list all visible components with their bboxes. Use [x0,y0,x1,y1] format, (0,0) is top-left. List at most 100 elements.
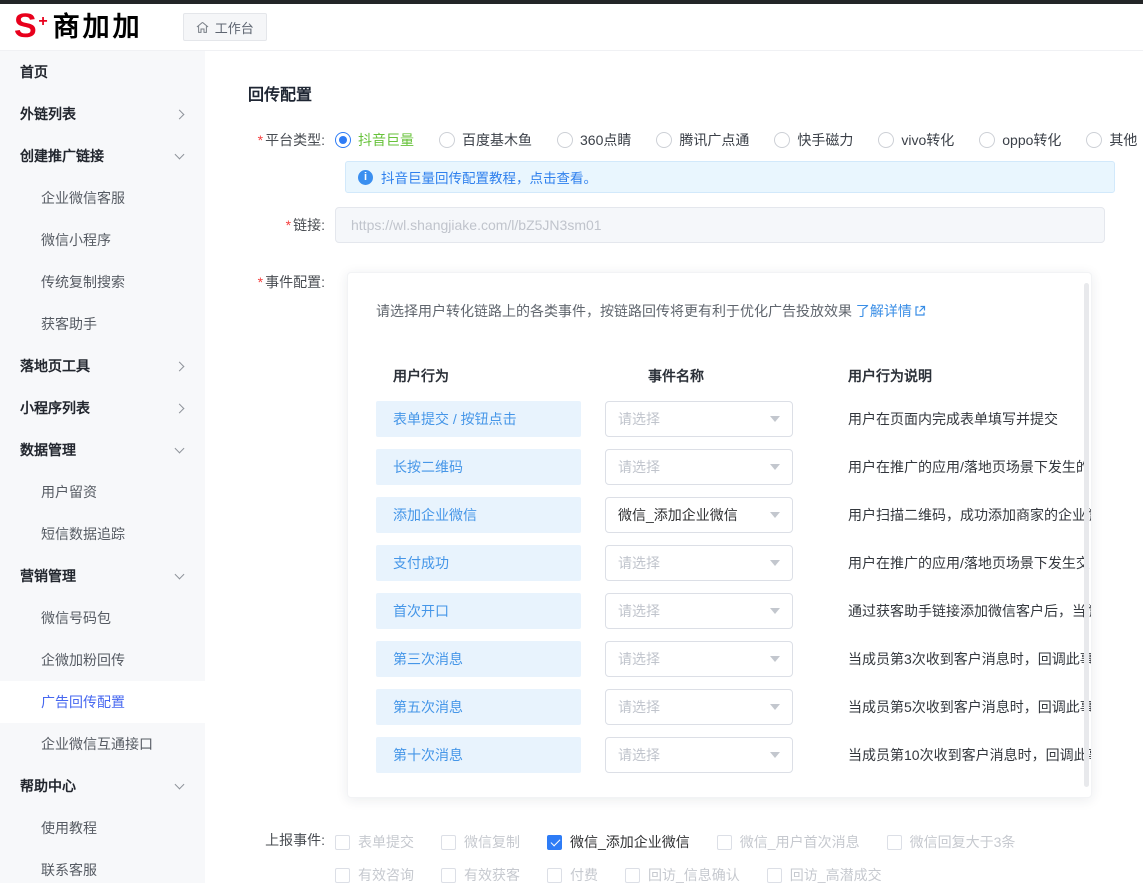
report-events-label: 上报事件: [248,832,335,884]
sidebar-item-customer-helper[interactable]: 获客助手 [0,303,205,345]
platform-type-row: *平台类型: 抖音巨量 百度基木鱼 360点睛 腾讯广点通 快手磁力 vivo转… [248,130,1143,150]
sidebar-item-wechat-miniprogram[interactable]: 微信小程序 [0,219,205,261]
behavior-third-message[interactable]: 第三次消息 [376,641,581,677]
sidebar-item-wecom-service[interactable]: 企业微信客服 [0,177,205,219]
behavior-desc: 用户在页面内完成表单填写并提交 [848,409,1091,429]
platform-radio-tencent[interactable]: 腾讯广点通 [656,130,749,150]
chevron-down-icon [175,150,185,160]
platform-radio-vivo[interactable]: vivo转化 [878,130,954,150]
sidebar-item-ad-callback-config[interactable]: 广告回传配置 [0,681,205,723]
behavior-fifth-message[interactable]: 第五次消息 [376,689,581,725]
radio-icon [1086,132,1102,148]
sidebar-item-external-links[interactable]: 外链列表 [0,93,205,135]
chevron-right-icon [175,403,185,413]
checkbox-valid-lead[interactable]: 有效获客 [441,865,520,884]
caret-down-icon [770,416,780,422]
learn-more-link[interactable]: 了解详情 [856,303,926,319]
main-content: 回传配置 *平台类型: 抖音巨量 百度基木鱼 360点睛 腾讯广点通 快手磁力 … [205,51,1143,883]
checkbox-callback-high-intent[interactable]: 回访_高潜成交 [767,865,882,884]
sidebar-item-help-center[interactable]: 帮助中心 [0,765,205,807]
event-select[interactable]: 请选择 [605,449,793,485]
event-select[interactable]: 请选择 [605,545,793,581]
radio-icon [878,132,894,148]
checkbox-wechat-first-user-message[interactable]: 微信_用户首次消息 [717,832,860,852]
platform-radio-douyin[interactable]: 抖音巨量 [335,130,414,150]
checkbox-icon [547,868,562,883]
col-header-behavior: 用户行为 [376,366,581,386]
tab-workspace[interactable]: 工作台 [183,13,267,41]
behavior-desc: 用户在推广的应用/落地页场景下发生交... [848,553,1091,573]
platform-radio-group: 抖音巨量 百度基木鱼 360点睛 腾讯广点通 快手磁力 vivo转化 oppo转… [335,130,1137,150]
behavior-payment-success[interactable]: 支付成功 [376,545,581,581]
event-table-header: 用户行为 事件名称 用户行为说明 [376,366,1091,386]
sidebar-item-miniprogram-list[interactable]: 小程序列表 [0,387,205,429]
radio-icon [439,132,455,148]
sidebar-item-copy-search[interactable]: 传统复制搜索 [0,261,205,303]
platform-radio-kuaishou[interactable]: 快手磁力 [774,130,853,150]
table-row: 长按二维码 请选择 用户在推广的应用/落地页场景下发生的... [376,449,1091,485]
sidebar: 首页 外链列表 创建推广链接 企业微信客服 微信小程序 传统复制搜索 获客助手 … [0,51,205,883]
info-circle-icon: i [358,170,373,185]
event-select[interactable]: 微信_添加企业微信 [605,497,793,533]
table-row: 第五次消息 请选择 当成员第5次收到客户消息时，回调此事... [376,689,1091,725]
event-select[interactable]: 请选择 [605,641,793,677]
checkbox-checked-icon [547,835,562,850]
checkbox-wechat-replies-gt3[interactable]: 微信回复大于3条 [887,832,1016,852]
behavior-first-message[interactable]: 首次开口 [376,593,581,629]
link-label: *链接: [248,215,335,235]
behavior-long-press-qr[interactable]: 长按二维码 [376,449,581,485]
logo-plus-icon: + [38,3,47,41]
checkbox-icon [441,835,456,850]
checkbox-wechat-copy[interactable]: 微信复制 [441,832,520,852]
sidebar-item-create-promo-link[interactable]: 创建推广链接 [0,135,205,177]
tab-workspace-label: 工作台 [215,18,254,37]
logo-s-icon: S+ [14,7,37,45]
tutorial-link[interactable]: 抖音巨量回传配置教程，点击查看。 [381,167,597,187]
sidebar-item-sms-tracking[interactable]: 短信数据追踪 [0,513,205,555]
event-select[interactable]: 请选择 [605,593,793,629]
card-scrollbar[interactable] [1084,283,1089,787]
platform-radio-360[interactable]: 360点睛 [557,130,631,150]
table-row: 第三次消息 请选择 当成员第3次收到客户消息时，回调此事... [376,641,1091,677]
required-mark: * [286,217,291,233]
sidebar-item-user-leads[interactable]: 用户留资 [0,471,205,513]
platform-radio-oppo[interactable]: oppo转化 [979,130,1061,150]
event-select[interactable]: 请选择 [605,737,793,773]
report-checkbox-row-1: 表单提交 微信复制 微信_添加企业微信 微信_用户首次消息 微信回复大于3条 [335,832,1015,852]
sidebar-item-tutorials[interactable]: 使用教程 [0,807,205,849]
behavior-add-wecom[interactable]: 添加企业微信 [376,497,581,533]
checkbox-icon [625,868,640,883]
sidebar-item-wechat-number-pack[interactable]: 微信号码包 [0,597,205,639]
event-select[interactable]: 请选择 [605,401,793,437]
checkbox-icon [335,835,350,850]
sidebar-item-marketing-management[interactable]: 营销管理 [0,555,205,597]
page-title: 回传配置 [248,81,1143,105]
sidebar-item-wecom-fan-callback[interactable]: 企微加粉回传 [0,639,205,681]
link-row: *链接: [248,207,1143,243]
checkbox-valid-consult[interactable]: 有效咨询 [335,865,414,884]
event-select[interactable]: 请选择 [605,689,793,725]
checkbox-icon [717,835,732,850]
platform-radio-other[interactable]: 其他 [1086,130,1137,150]
checkbox-paid[interactable]: 付费 [547,865,598,884]
sidebar-item-home[interactable]: 首页 [0,51,205,93]
table-row: 第十次消息 请选择 当成员第10次收到客户消息时，回调此事... [376,737,1091,773]
table-row: 表单提交 / 按钮点击 请选择 用户在页面内完成表单填写并提交 [376,401,1091,437]
behavior-desc: 通过获客助手链接添加微信客户后，当微... [848,601,1091,621]
sidebar-item-landing-tools[interactable]: 落地页工具 [0,345,205,387]
sidebar-item-data-management[interactable]: 数据管理 [0,429,205,471]
radio-icon [979,132,995,148]
radio-icon [557,132,573,148]
sidebar-item-wecom-interop-api[interactable]: 企业微信互通接口 [0,723,205,765]
checkbox-callback-info-confirm[interactable]: 回访_信息确认 [625,865,740,884]
platform-radio-baidu[interactable]: 百度基木鱼 [439,130,532,150]
checkbox-icon [335,868,350,883]
brand-logo: S+ 商加加 [14,7,143,47]
col-header-behavior-desc: 用户行为说明 [848,366,1091,386]
checkbox-wechat-add-wecom[interactable]: 微信_添加企业微信 [547,832,690,852]
sidebar-item-contact-support[interactable]: 联系客服 [0,849,205,883]
checkbox-form-submit[interactable]: 表单提交 [335,832,414,852]
behavior-tenth-message[interactable]: 第十次消息 [376,737,581,773]
link-input[interactable] [335,207,1105,243]
behavior-form-submit[interactable]: 表单提交 / 按钮点击 [376,401,581,437]
